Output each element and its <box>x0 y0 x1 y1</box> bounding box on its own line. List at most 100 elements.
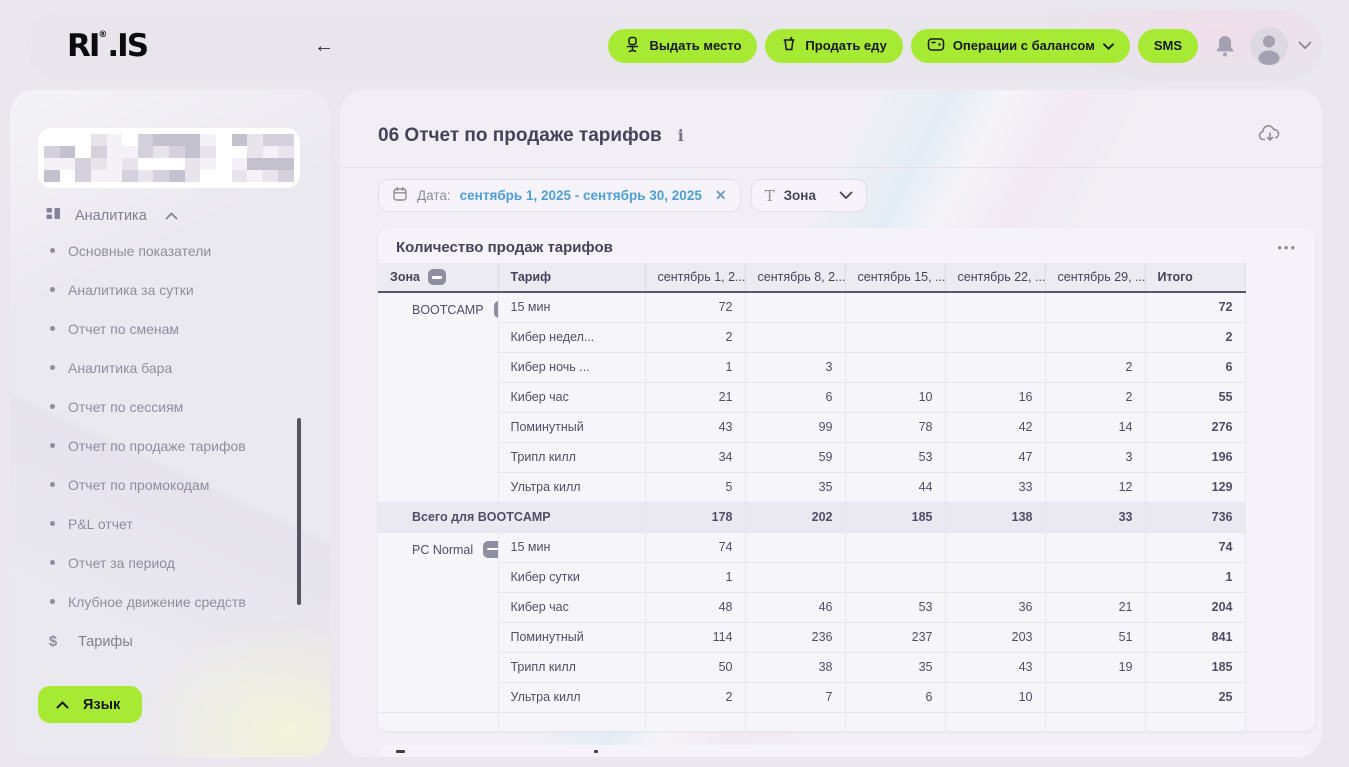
sidebar-item-label: Отчет по сменам <box>68 321 179 337</box>
sidebar-item[interactable]: Клубное движение средств <box>46 582 286 621</box>
sidebar-item[interactable]: Отчет за период <box>46 543 286 582</box>
value-cell <box>845 532 945 562</box>
value-cell: 114 <box>645 622 745 652</box>
value-cell <box>945 532 1045 562</box>
sidebar-scrollbar[interactable] <box>297 418 301 605</box>
dashboard-icon <box>46 206 61 225</box>
sidebar-item[interactable]: P&L отчет <box>46 504 286 543</box>
value-cell: 50 <box>645 652 745 682</box>
value-cell: 1 <box>645 562 745 592</box>
sidebar-item-label: Отчет за период <box>68 555 175 571</box>
value-cell: 36 <box>945 592 1045 622</box>
column-header: сентябрь 1, 2... <box>645 263 745 292</box>
sell-food-button[interactable]: Продать еду <box>765 29 902 63</box>
cloud-download-icon[interactable] <box>1258 124 1282 148</box>
value-cell: 236 <box>745 622 845 652</box>
value-cell: 35 <box>845 652 945 682</box>
value-cell: 51 <box>1045 622 1145 652</box>
table-row: Кибер час2161016255 <box>378 382 1245 412</box>
sidebar-item-label: P&L отчет <box>68 516 133 532</box>
value-cell: 12 <box>1045 472 1145 502</box>
value-cell: 48 <box>645 592 745 622</box>
value-cell: 14 <box>1045 412 1145 442</box>
tariff-cell: Кибер ночь ... <box>498 352 645 382</box>
sidebar-item[interactable]: Отчет по продаже тарифов <box>46 426 286 465</box>
tariff-cell: Кибер сутки <box>498 562 645 592</box>
sidebar-item-label: Отчет по промокодам <box>68 477 209 493</box>
value-cell: 3 <box>745 352 845 382</box>
sms-button[interactable]: SMS <box>1138 29 1198 63</box>
back-button[interactable]: ← <box>310 32 338 60</box>
next-section-card <box>378 745 1315 757</box>
value-cell: 21 <box>645 382 745 412</box>
sidebar-item[interactable]: Аналитика бара <box>46 348 286 387</box>
calendar-icon <box>392 186 408 205</box>
value-cell: 74 <box>645 532 745 562</box>
collapse-minus-button[interactable] <box>494 301 498 318</box>
sidebar-item[interactable]: Отчет по сменам <box>46 309 286 348</box>
sidebar-item[interactable]: Отчет по промокодам <box>46 465 286 504</box>
value-cell: 5 <box>645 472 745 502</box>
value-cell: 19 <box>1045 652 1145 682</box>
value-cell: 2 <box>645 322 745 352</box>
card-title: Количество продаж тарифов <box>396 239 613 256</box>
value-cell: 72 <box>645 292 745 322</box>
notifications-bell-icon[interactable] <box>1214 34 1236 58</box>
chair-icon <box>624 36 641 56</box>
value-cell: 44 <box>845 472 945 502</box>
value-cell: 7 <box>745 682 845 712</box>
issue-seat-button[interactable]: Выдать место <box>608 29 757 63</box>
info-icon[interactable]: i <box>678 126 684 145</box>
value-cell: 841 <box>1145 622 1245 652</box>
language-button[interactable]: Язык <box>38 686 142 723</box>
user-avatar[interactable] <box>1250 27 1288 65</box>
date-filter-pill[interactable]: Дата: сентябрь 1, 2025 - сентябрь 30, 20… <box>378 179 741 212</box>
value-cell: 204 <box>1145 592 1245 622</box>
group-total-value: 178 <box>645 502 745 532</box>
value-cell: 33 <box>945 472 1045 502</box>
value-cell <box>1045 682 1145 712</box>
sidebar-item-label: Основные показатели <box>68 243 211 259</box>
text-filter-icon: T <box>765 187 775 205</box>
zone-cell: PC Normal <box>378 532 498 712</box>
collapse-minus-button[interactable] <box>483 541 498 558</box>
value-cell: 1 <box>645 352 745 382</box>
value-cell: 276 <box>1145 412 1245 442</box>
collapse-minus-button[interactable] <box>428 269 446 285</box>
table-row: Кибер час4846533621204 <box>378 592 1245 622</box>
zone-label: PC Normal <box>412 543 473 557</box>
filter-bar: Дата: сентябрь 1, 2025 - сентябрь 30, 20… <box>378 179 867 212</box>
value-cell: 59 <box>745 442 845 472</box>
user-menu-chevron-icon[interactable] <box>1298 41 1312 50</box>
group-total-value: 33 <box>1045 502 1145 532</box>
tariff-cell: Ультра килл <box>498 472 645 502</box>
value-cell <box>945 322 1045 352</box>
value-cell: 72 <box>1145 292 1245 322</box>
value-cell: 25 <box>1145 682 1245 712</box>
card-menu-icon[interactable]: ••• <box>1277 244 1297 252</box>
value-cell: 74 <box>1145 532 1245 562</box>
sidebar-item[interactable]: Аналитика за сутки <box>46 270 286 309</box>
date-filter-label: Дата: <box>417 188 451 203</box>
app-window: RI®.IS ← Выдать место Продать еду <box>0 0 1349 767</box>
sidebar-section-tariffs[interactable]: $ Тарифы <box>46 633 133 650</box>
tariff-sales-table: ЗонаТарифсентябрь 1, 2...сентябрь 8, 2..… <box>378 263 1246 731</box>
tariff-cell: Трипл килл <box>498 442 645 472</box>
value-cell <box>1045 322 1145 352</box>
column-header: сентябрь 29, ... <box>1045 263 1145 292</box>
balance-operations-button[interactable]: Операции с балансом <box>911 29 1130 63</box>
sidebar-menu: Основные показатели Аналитика за сутки Отч… <box>46 231 286 621</box>
tariff-cell: Кибер час <box>498 382 645 412</box>
dollar-icon: $ <box>46 633 60 650</box>
sidebar-item[interactable]: Основные показатели <box>46 231 286 270</box>
tariff-cell: Кибер час <box>498 592 645 622</box>
sidebar-item[interactable]: Отчет по сессиям <box>46 387 286 426</box>
value-cell: 2 <box>1045 382 1145 412</box>
tariff-cell: 15 мин <box>498 532 645 562</box>
zone-filter-dropdown[interactable]: T Зона <box>751 179 867 212</box>
chevron-down-icon <box>839 188 853 203</box>
clear-date-filter-icon[interactable]: ✕ <box>715 187 727 204</box>
chevron-up-icon <box>56 697 69 713</box>
sidebar-section-analytics[interactable]: Аналитика <box>46 206 178 225</box>
table-row: Ультра килл535443312129 <box>378 472 1245 502</box>
